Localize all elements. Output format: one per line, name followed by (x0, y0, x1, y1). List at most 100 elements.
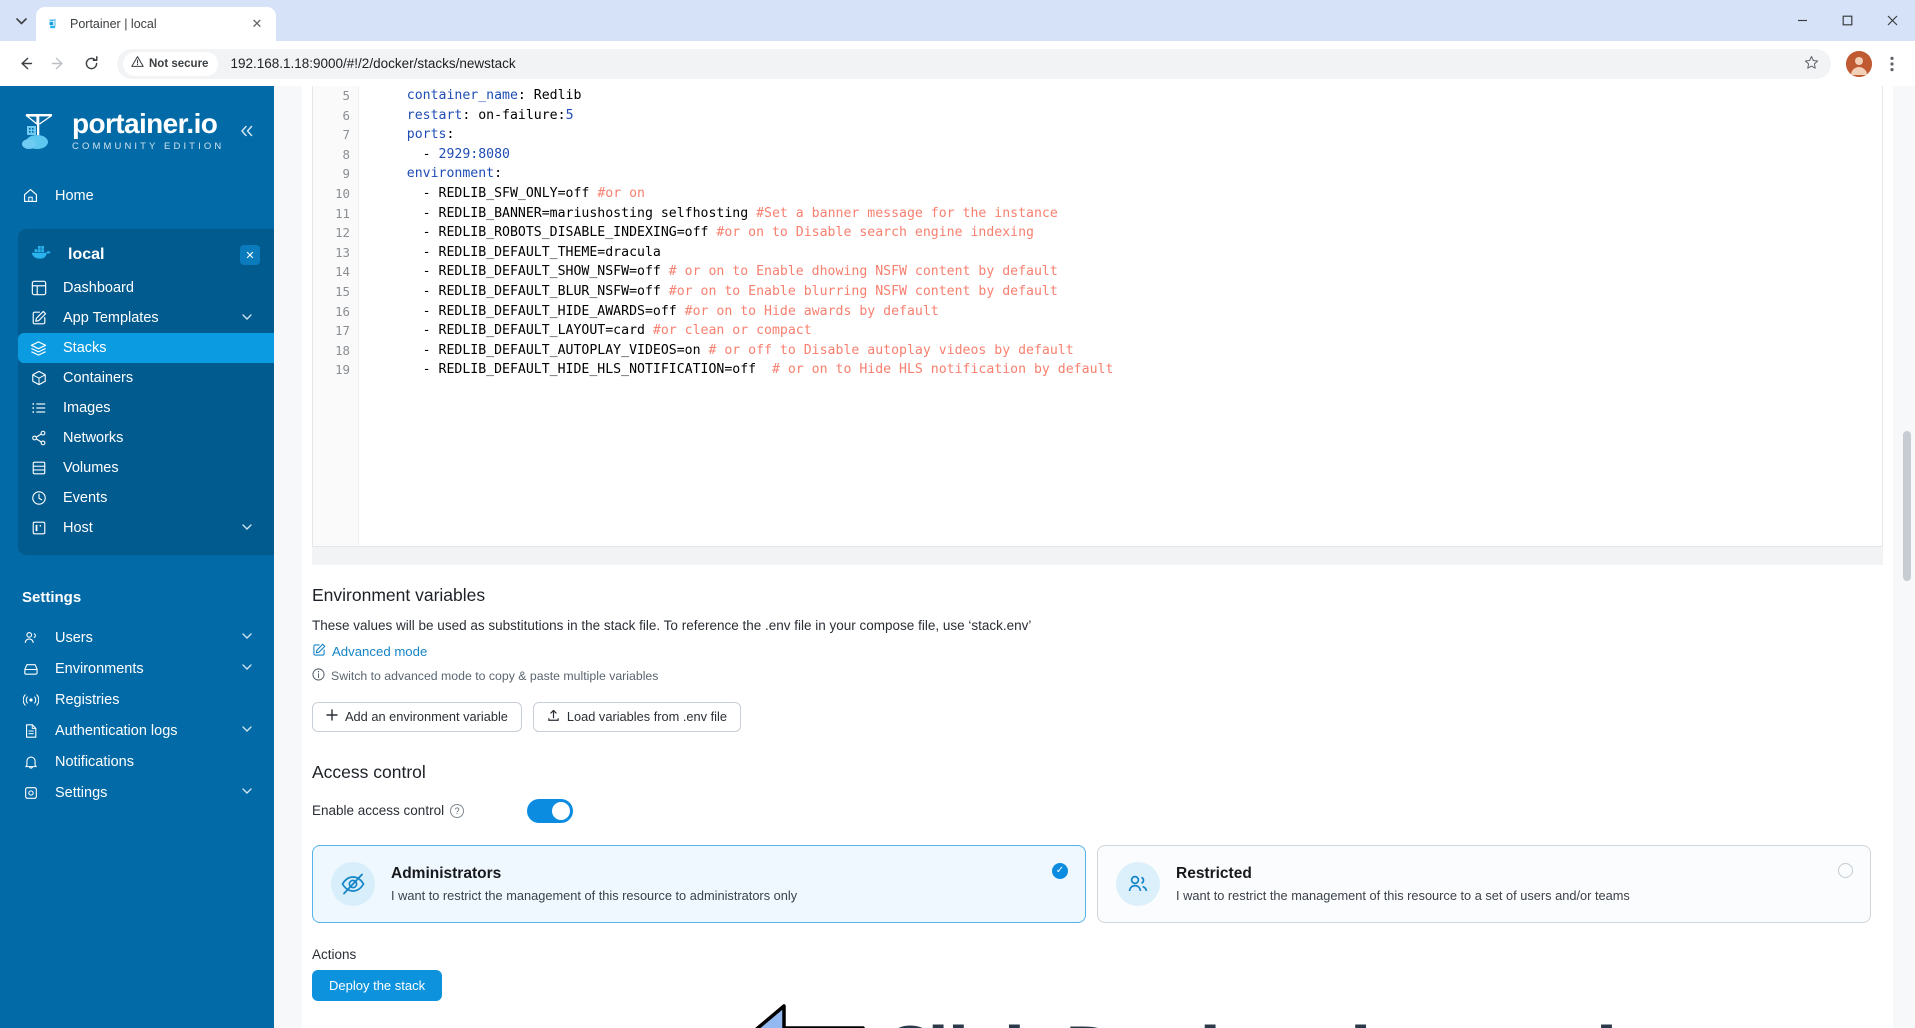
access-option-desc: I want to restrict the management of thi… (1176, 887, 1630, 903)
sidebar-item-label: Dashboard (63, 280, 134, 296)
line-number: 16 (335, 303, 350, 319)
sidebar-item-registries[interactable]: Registries (0, 684, 274, 715)
line-number: 11 (335, 205, 350, 221)
events-clock-icon (30, 490, 47, 507)
access-option-restricted[interactable]: Restricted I want to restrict the manage… (1097, 844, 1871, 923)
code-line-text: - REDLIB_DEFAULT_HIDE_HLS_NOTIFICATION=o… (375, 362, 1114, 378)
code-line-text: restart: on-failure:5 (406, 107, 574, 123)
sidebar-item-environments[interactable]: Environments (0, 653, 274, 684)
sidebar-item-app-templates[interactable]: App Templates (18, 303, 274, 333)
editor-empty-area[interactable] (313, 379, 1882, 536)
sidebar-environment-block: local ✕ Dashboard App Templates Stacks C… (18, 229, 274, 555)
tab-search-chevron-down-icon[interactable] (6, 6, 36, 36)
sidebar-item-notifications[interactable]: Notifications (0, 746, 274, 777)
bell-icon (22, 753, 39, 770)
actions-label: Actions (312, 946, 357, 962)
logo-text-block: portainer.io COMMUNITY EDITION (72, 110, 225, 153)
deploy-the-stack-button[interactable]: Deploy the stack (312, 969, 443, 1001)
browser-menu-kebab-icon[interactable] (1879, 56, 1905, 72)
line-number: 9 (342, 166, 350, 182)
advanced-mode-link[interactable]: Advanced mode (312, 643, 427, 660)
code-line-text: - REDLIB_ROBOTS_DISABLE_INDEXING=off #or… (375, 225, 1034, 241)
volumes-database-icon (30, 460, 47, 477)
sidebar-item-users[interactable]: Users (0, 622, 274, 653)
sidebar-collapse-chevron-double-left-icon[interactable] (236, 120, 258, 142)
load-env-file-button[interactable]: Load variables from .env file (532, 701, 741, 732)
code-line-text: - REDLIB_DEFAULT_AUTOPLAY_VIDEOS=on # or… (375, 342, 1074, 358)
sidebar-item-networks[interactable]: Networks (18, 423, 274, 453)
back-arrow-left-icon[interactable] (10, 49, 40, 79)
code-line[interactable]: 17 - REDLIB_DEFAULT_LAYOUT=card #or clea… (313, 321, 1882, 341)
info-circle-icon (312, 668, 325, 684)
code-line[interactable]: 7 ports: (313, 125, 1882, 145)
sidebar-item-dashboard[interactable]: Dashboard (18, 273, 274, 303)
code-line-text: - REDLIB_DEFAULT_HIDE_AWARDS=off #or on … (375, 303, 939, 319)
code-line[interactable]: 18 - REDLIB_DEFAULT_AUTOPLAY_VIDEOS=on #… (313, 341, 1882, 361)
upload-icon (547, 709, 560, 725)
sidebar-item-settings[interactable]: Settings (0, 777, 274, 808)
code-line[interactable]: 14 - REDLIB_DEFAULT_SHOW_NSFW=off # or o… (313, 262, 1882, 282)
reload-icon[interactable] (76, 49, 106, 79)
environment-close-icon[interactable]: ✕ (240, 245, 260, 265)
chevron-down-icon[interactable] (242, 313, 252, 324)
chevron-down-icon[interactable] (242, 725, 252, 736)
code-line[interactable]: 9 environment: (313, 164, 1882, 184)
main-content: 5 container_name: Redlib 6 restart: on-fa… (274, 86, 1915, 1028)
code-line[interactable]: 19 - REDLIB_DEFAULT_HIDE_HLS_NOTIFICATIO… (313, 360, 1882, 380)
bookmark-star-icon[interactable] (1804, 55, 1823, 73)
sidebar-item-volumes[interactable]: Volumes (18, 453, 274, 483)
plus-icon (326, 709, 338, 724)
stack-form-card: 5 container_name: Redlib 6 restart: on-fa… (302, 86, 1893, 1028)
code-line[interactable]: 13 - REDLIB_DEFAULT_THEME=dracula (313, 243, 1882, 263)
compose-code-editor[interactable]: 5 container_name: Redlib 6 restart: on-fa… (312, 86, 1883, 547)
sidebar-item-authentication-logs[interactable]: Authentication logs (0, 715, 274, 746)
code-line[interactable]: 5 container_name: Redlib (313, 86, 1882, 106)
code-line[interactable]: 11 - REDLIB_BANNER=mariushosting selfhos… (313, 204, 1882, 224)
window-minimize-button[interactable] (1780, 0, 1825, 41)
tab-close-icon[interactable]: ✕ (248, 15, 266, 33)
env-vars-button-row: Add an environment variable Load variabl… (312, 701, 1871, 732)
chevron-down-icon[interactable] (242, 787, 252, 798)
add-environment-variable-button[interactable]: Add an environment variable (312, 701, 522, 732)
sidebar-item-home[interactable]: Home (0, 180, 274, 211)
code-line-text: - REDLIB_DEFAULT_SHOW_NSFW=off # or on t… (375, 264, 1058, 280)
env-vars-description: These values will be used as substitutio… (312, 617, 1032, 633)
editor-wrapper: 5 container_name: Redlib 6 restart: on-fa… (302, 86, 1893, 565)
sidebar-item-events[interactable]: Events (18, 483, 274, 513)
radio-empty-icon[interactable] (1838, 862, 1853, 878)
access-option-administrators[interactable]: Administrators I want to restrict the ma… (312, 844, 1086, 923)
chevron-down-icon[interactable] (242, 523, 252, 534)
code-line[interactable]: 6 restart: on-failure:5 (313, 106, 1882, 126)
code-line[interactable]: 15 - REDLIB_DEFAULT_BLUR_NSFW=off #or on… (313, 282, 1882, 302)
main-scrollbar[interactable] (1901, 86, 1913, 1028)
sidebar-item-images[interactable]: Images (18, 393, 274, 423)
url-text[interactable]: 192.168.1.18:9000/#!/2/docker/stacks/new… (230, 56, 1802, 71)
question-mark-icon[interactable]: ? (450, 803, 465, 818)
window-close-button[interactable] (1870, 0, 1915, 41)
check-icon: ✓ (1052, 862, 1068, 879)
code-line[interactable]: 16 - REDLIB_DEFAULT_HIDE_AWARDS=off #or … (313, 302, 1882, 322)
profile-avatar[interactable] (1846, 50, 1872, 77)
sidebar-item-label: Host (63, 520, 93, 536)
code-line[interactable]: 10 - REDLIB_SFW_ONLY=off #or on (313, 184, 1882, 204)
line-number: 13 (335, 244, 350, 260)
browser-tab[interactable]: Portainer | local ✕ (36, 7, 276, 41)
enable-access-control-toggle[interactable] (527, 798, 573, 823)
forward-arrow-right-icon[interactable] (43, 49, 73, 79)
address-bar[interactable]: Not secure 192.168.1.18:9000/#!/2/docker… (117, 48, 1831, 79)
sidebar-item-stacks[interactable]: Stacks (18, 333, 274, 363)
logo-subtitle: COMMUNITY EDITION (72, 141, 225, 152)
sidebar-item-label: Notifications (55, 753, 134, 770)
chevron-down-icon[interactable] (242, 632, 252, 643)
tab-title: Portainer | local (70, 17, 157, 31)
window-maximize-button[interactable] (1825, 0, 1870, 41)
sidebar-item-containers[interactable]: Containers (18, 363, 274, 393)
scrollbar-thumb[interactable] (1903, 431, 1911, 581)
security-badge[interactable]: Not secure (123, 51, 219, 76)
environment-header[interactable]: local ✕ (18, 237, 274, 273)
chevron-down-icon[interactable] (242, 663, 252, 674)
code-line[interactable]: 12 - REDLIB_ROBOTS_DISABLE_INDEXING=off … (313, 223, 1882, 243)
portainer-logo[interactable]: portainer.io COMMUNITY EDITION (0, 86, 274, 174)
sidebar-item-host[interactable]: Host (18, 513, 274, 543)
code-line[interactable]: 8 - 2929:8080 (313, 145, 1882, 165)
